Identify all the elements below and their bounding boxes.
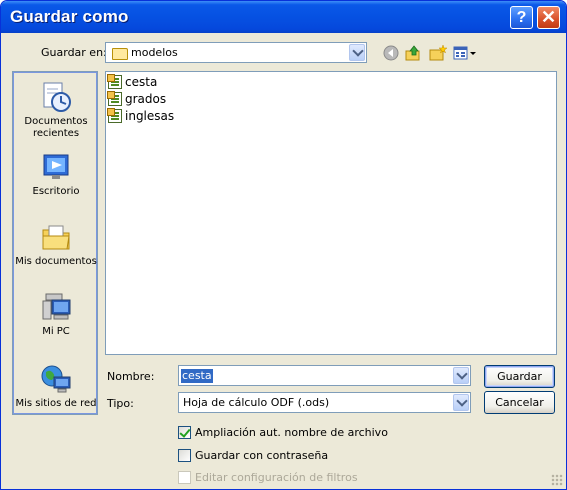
file-type-label: Tipo:: [107, 397, 134, 410]
resize-grip[interactable]: [551, 474, 563, 486]
filter-settings-label: Editar configuración de filtros: [195, 471, 358, 484]
place-label: Escritorio: [32, 186, 80, 197]
save-in-label: Guardar en:: [41, 46, 107, 59]
cancel-button[interactable]: Cancelar: [484, 391, 555, 414]
help-button[interactable]: ?: [510, 6, 533, 29]
place-label: Mis documentos: [15, 256, 97, 267]
password-label: Guardar con contraseña: [195, 449, 329, 462]
file-name: grados: [125, 92, 167, 106]
file-list[interactable]: cesta grados inglesas: [105, 71, 557, 355]
place-desktop[interactable]: Escritorio: [14, 151, 98, 198]
place-my-computer[interactable]: Mi PC: [14, 291, 98, 338]
list-item[interactable]: cesta: [107, 74, 158, 90]
place-recent-documents[interactable]: Documentos recientes: [14, 81, 98, 140]
title-bar[interactable]: Guardar como ? ✕: [1, 1, 566, 33]
save-in-dropdown[interactable]: modelos: [105, 42, 367, 63]
up-folder-icon[interactable]: [405, 45, 421, 61]
save-button[interactable]: Guardar: [484, 365, 555, 388]
network-places-icon: [40, 363, 72, 395]
file-name-value: cesta: [181, 369, 213, 383]
view-menu-icon[interactable]: [453, 45, 477, 61]
save-in-value: modelos: [131, 46, 178, 59]
file-type-dropdown[interactable]: Hoja de cálculo ODF (.ods): [178, 392, 471, 413]
filter-settings-checkbox: [178, 471, 191, 484]
place-label: Mi PC: [42, 326, 70, 337]
close-button[interactable]: ✕: [537, 6, 560, 29]
save-as-dialog: Guardar como ? ✕ Guardar en: modelos Doc…: [0, 0, 567, 490]
auto-extension-checkbox[interactable]: [178, 426, 191, 439]
chevron-down-icon[interactable]: [453, 394, 469, 411]
folder-icon: [112, 47, 128, 60]
place-label: Documentos recientes: [24, 116, 88, 139]
chevron-down-icon[interactable]: [349, 44, 365, 61]
recent-documents-icon: [40, 81, 72, 113]
my-computer-icon: [40, 291, 72, 323]
back-icon[interactable]: [383, 45, 399, 61]
desktop-icon: [40, 151, 72, 183]
file-name: inglesas: [125, 109, 175, 123]
place-my-documents[interactable]: Mis documentos: [14, 221, 98, 268]
places-bar: Documentos recientes Escritorio Mis docu…: [12, 71, 98, 415]
list-item[interactable]: inglesas: [107, 108, 175, 124]
new-folder-icon[interactable]: [429, 44, 448, 61]
list-item[interactable]: grados: [107, 91, 167, 107]
auto-extension-label: Ampliación aut. nombre de archivo: [195, 426, 388, 439]
spreadsheet-icon: [107, 108, 122, 123]
file-type-value: Hoja de cálculo ODF (.ods): [183, 396, 330, 409]
file-name: cesta: [125, 75, 158, 89]
my-documents-icon: [40, 221, 72, 253]
spreadsheet-icon: [107, 74, 122, 89]
chevron-down-icon[interactable]: [453, 367, 469, 384]
place-label: Mis sitios de red: [15, 398, 97, 409]
file-name-input[interactable]: cesta: [178, 365, 471, 386]
file-name-label: Nombre:: [107, 370, 155, 383]
place-network-places[interactable]: Mis sitios de red: [14, 363, 98, 410]
dialog-title: Guardar como: [10, 7, 129, 26]
password-checkbox[interactable]: [178, 449, 191, 462]
spreadsheet-icon: [107, 91, 122, 106]
